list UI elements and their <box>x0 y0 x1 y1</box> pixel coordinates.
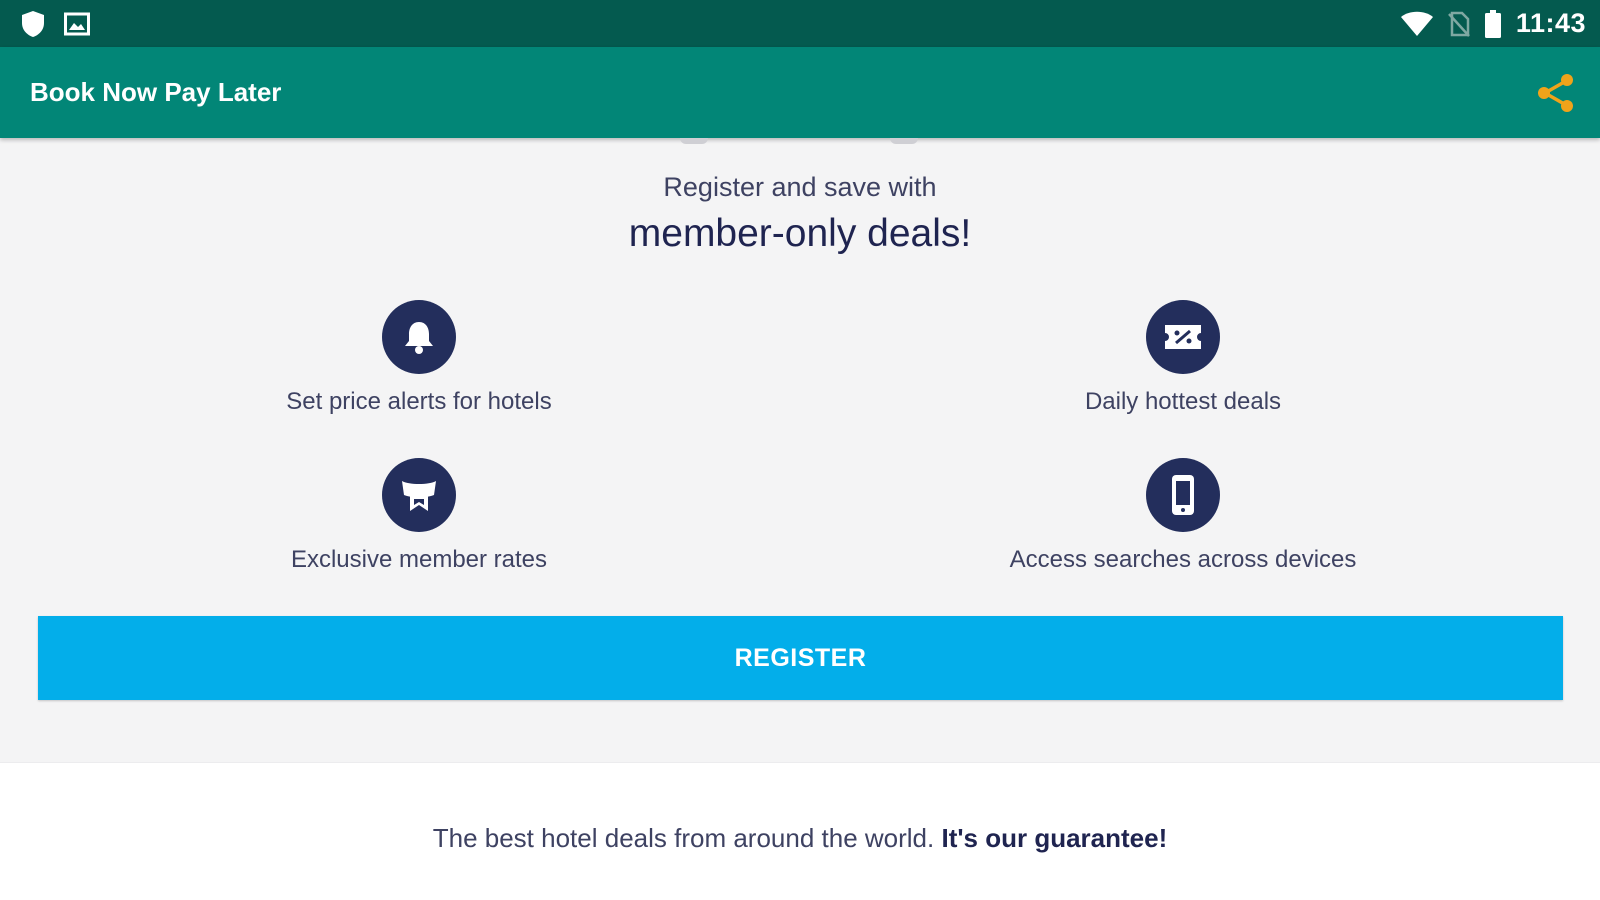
guarantee-main: The best hotel deals from around the wor… <box>432 823 942 853</box>
feature-icon-circle <box>1146 300 1220 374</box>
bell-icon <box>405 322 433 354</box>
feature-icon-circle <box>382 300 456 374</box>
feature-icon-circle <box>382 458 456 532</box>
guarantee-emphasis: It's our guarantee! <box>941 823 1168 853</box>
image-icon <box>64 12 90 36</box>
feature-member-rates: Exclusive member rates <box>159 458 679 574</box>
smartphone-icon <box>1172 475 1194 515</box>
status-time: 11:43 <box>1515 8 1586 38</box>
guarantee-text: The best hotel deals from around the wor… <box>0 823 1600 854</box>
no-sim-icon <box>1447 11 1470 37</box>
ribbon-badge-icon <box>402 481 436 511</box>
share-icon <box>1538 74 1573 112</box>
status-right-icons: 11:43 <box>1400 8 1586 39</box>
feature-label: Set price alerts for hotels <box>286 388 552 415</box>
feature-cross-device: Access searches across devices <box>923 458 1443 574</box>
feature-label: Daily hottest deals <box>1084 388 1282 415</box>
decorative-stub <box>680 138 708 144</box>
guarantee-panel: The best hotel deals from around the wor… <box>0 762 1600 900</box>
status-bar: 11:43 <box>0 0 1600 47</box>
feature-price-alerts: Set price alerts for hotels <box>159 300 679 416</box>
register-button[interactable]: REGISTER <box>38 616 1563 700</box>
hero-subtitle: Register and save with <box>663 172 937 202</box>
app-bar: Book Now Pay Later <box>0 47 1600 138</box>
feature-label: Exclusive member rates <box>290 546 548 573</box>
shield-icon <box>22 11 44 37</box>
feature-icon-circle <box>1146 458 1220 532</box>
hero-title: member-only deals! <box>628 212 972 255</box>
share-button[interactable] <box>1534 71 1578 115</box>
discount-ticket-icon <box>1165 325 1201 349</box>
feature-label: Access searches across devices <box>1009 546 1357 573</box>
wifi-icon <box>1400 11 1433 36</box>
feature-hottest-deals: Daily hottest deals <box>923 300 1443 416</box>
decorative-stub <box>890 138 918 144</box>
battery-icon <box>1484 9 1501 38</box>
app-title: Book Now Pay Later <box>30 77 282 107</box>
status-left-icons <box>20 10 90 38</box>
